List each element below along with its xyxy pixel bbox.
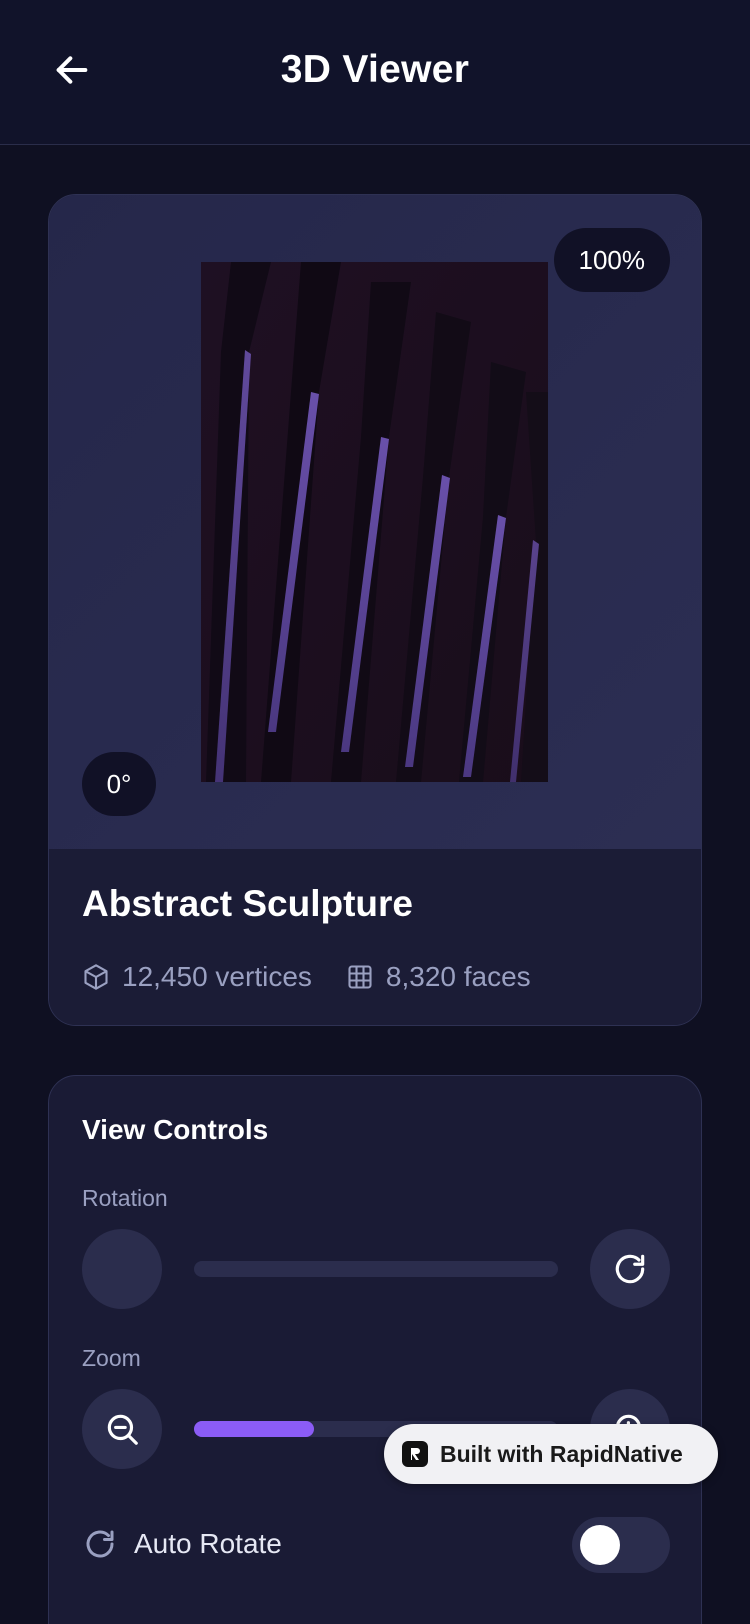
rotation-knob[interactable]	[82, 1229, 162, 1309]
faces-stat: 8,320 faces	[346, 961, 531, 993]
refresh-icon	[86, 1530, 114, 1558]
toggle-knob	[580, 1525, 620, 1565]
grid-icon	[348, 965, 372, 989]
reset-rotation-button[interactable]	[590, 1229, 670, 1309]
controls-title: View Controls	[82, 1114, 269, 1145]
model-stats: 12,450 vertices 8,320 faces	[82, 961, 565, 993]
page-title: 3D Viewer	[280, 48, 470, 91]
zoom-label: Zoom	[82, 1345, 141, 1371]
sculpture-graphic	[201, 262, 548, 782]
rotation-slider[interactable]	[194, 1261, 558, 1277]
zoom-slider-fill	[194, 1421, 315, 1437]
auto-rotate-row: Auto Rotate	[82, 1526, 282, 1562]
faces-count: 8,320 faces	[385, 961, 531, 992]
app-header: 3D Viewer	[0, 0, 750, 145]
vertices-count: 12,450 vertices	[122, 961, 312, 992]
zoom-out-button[interactable]	[82, 1389, 162, 1469]
model-card: 100% 0° Abstract Sculpture 12,450 vertic…	[48, 194, 702, 1026]
model-info: Abstract Sculpture 12,450 vertices 8,320…	[49, 849, 701, 1025]
view-controls-card: View Controls Rotation Zoom Auto Rotate	[48, 1075, 702, 1624]
built-with-text: Built with RapidNative	[440, 1440, 683, 1467]
model-name: Abstract Sculpture	[82, 883, 414, 924]
logo-glyph	[411, 1448, 420, 1460]
app-root: 3D Viewer 100% 0° Abstract Sculpture 12,…	[0, 0, 750, 1624]
auto-rotate-label: Auto Rotate	[134, 1528, 282, 1559]
rotation-label: Rotation	[82, 1185, 168, 1211]
auto-rotate-toggle[interactable]	[572, 1517, 670, 1573]
model-image	[201, 262, 548, 782]
built-with-badge[interactable]: Built with RapidNative	[384, 1424, 718, 1484]
vertices-stat: 12,450 vertices	[82, 961, 312, 993]
rotation-angle-badge: 0°	[82, 752, 156, 816]
rotate-cw-icon	[615, 1254, 645, 1284]
model-preview[interactable]: 100% 0°	[49, 195, 701, 849]
cube-icon	[84, 964, 108, 990]
rapidnative-logo	[402, 1441, 428, 1467]
zoom-level-badge: 100%	[553, 228, 670, 292]
zoom-out-icon	[107, 1414, 138, 1445]
